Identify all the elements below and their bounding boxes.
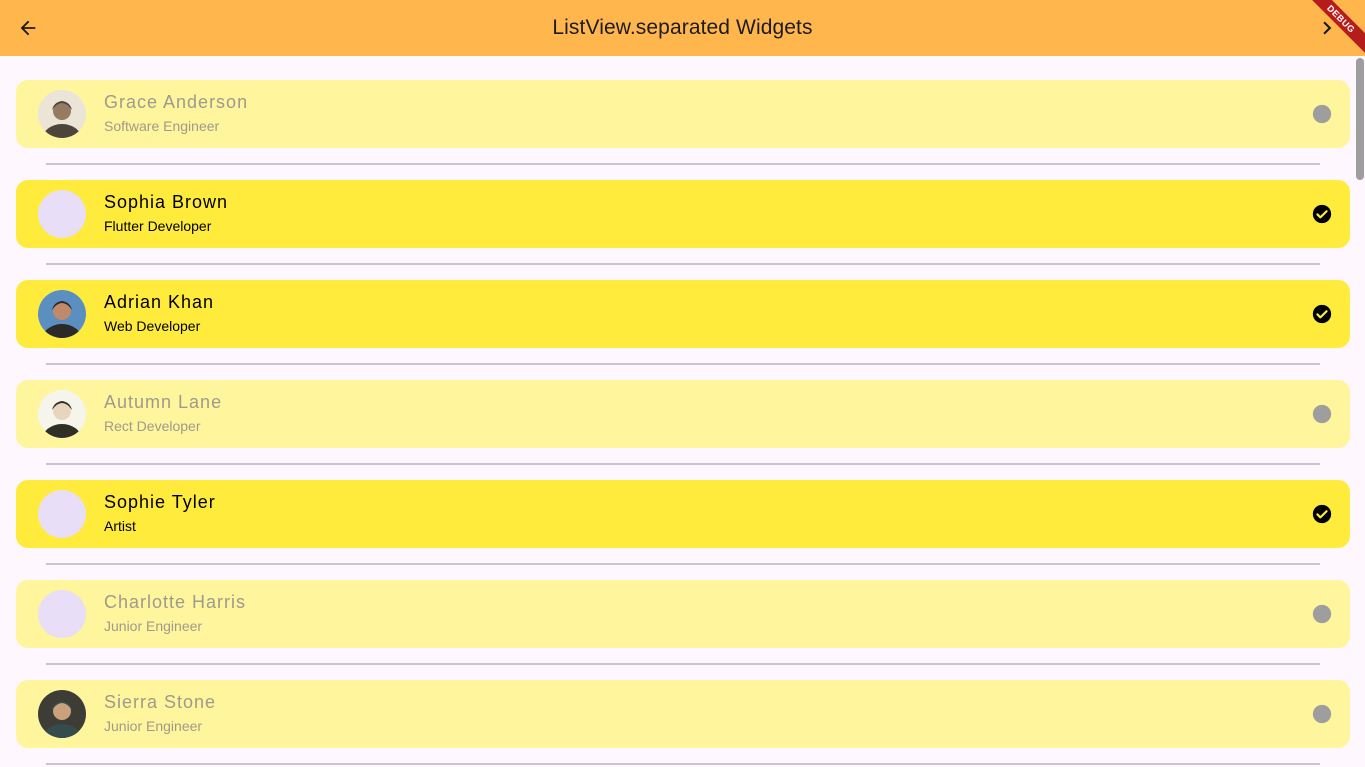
person-name: Autumn Lane [104, 392, 223, 412]
scrollbar-thumb[interactable] [1356, 58, 1364, 180]
divider [46, 163, 1320, 165]
list-item[interactable]: Charlotte Harris Junior Engineer [16, 580, 1350, 648]
avatar [38, 290, 86, 338]
person-name: Adrian Khan [104, 292, 215, 312]
person-name: Charlotte Harris [104, 592, 247, 612]
divider [46, 263, 1320, 265]
avatar [38, 90, 86, 138]
avatar [38, 190, 86, 238]
person-role: Junior Engineer [104, 618, 203, 634]
person-name: Sophia Brown [104, 192, 229, 212]
app-bar: ListView.separated Widgets DEBUG [0, 0, 1365, 60]
check-circle-icon[interactable] [1311, 203, 1333, 225]
person-name: Sophie Tyler [104, 492, 216, 512]
list-item[interactable]: Autumn Lane Rect Developer [16, 380, 1350, 448]
person-name: Grace Anderson [104, 92, 249, 112]
divider [46, 663, 1320, 665]
list-item[interactable]: Adrian Khan Web Developer [16, 280, 1350, 348]
check-circle-icon[interactable] [1311, 303, 1333, 325]
page-title: ListView.separated Widgets [552, 16, 813, 39]
forward-button[interactable] [1311, 12, 1343, 44]
person-role: Web Developer [104, 318, 201, 334]
person-name: Sierra Stone [104, 692, 217, 712]
list-item[interactable]: Sophia Brown Flutter Developer [16, 180, 1350, 248]
circle-icon[interactable] [1311, 403, 1333, 425]
divider [46, 763, 1320, 765]
person-list[interactable]: Grace Anderson Software Engineer Sophia Br… [0, 56, 1365, 767]
person-role: Junior Engineer [104, 718, 203, 734]
person-role: Software Engineer [104, 118, 220, 134]
divider [46, 363, 1320, 365]
chevron-right-icon [1323, 21, 1332, 35]
avatar [38, 690, 86, 738]
divider [46, 563, 1320, 565]
list-item[interactable]: Grace Anderson Software Engineer [16, 80, 1350, 148]
circle-icon[interactable] [1311, 703, 1333, 725]
person-role: Rect Developer [104, 418, 201, 434]
list-item[interactable]: Sierra Stone Junior Engineer [16, 680, 1350, 748]
circle-icon[interactable] [1311, 103, 1333, 125]
avatar [38, 490, 86, 538]
person-role: Artist [104, 518, 136, 534]
avatar [38, 390, 86, 438]
divider [46, 463, 1320, 465]
person-role: Flutter Developer [104, 218, 212, 234]
avatar [38, 590, 86, 638]
check-circle-icon[interactable] [1311, 503, 1333, 525]
list-item[interactable]: Sophie Tyler Artist [16, 480, 1350, 548]
circle-icon[interactable] [1311, 603, 1333, 625]
